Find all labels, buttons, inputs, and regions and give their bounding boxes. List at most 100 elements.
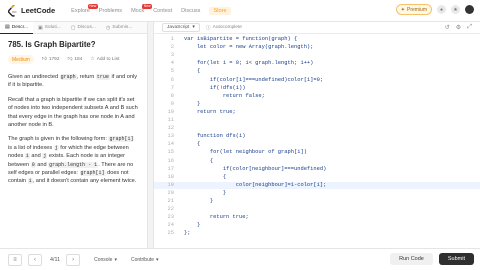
next-button[interactable]: › [66, 253, 81, 266]
line-number: 24 [167, 222, 174, 229]
code-line[interactable]: 14 { [154, 141, 480, 149]
chevron-right-icon: › [72, 256, 75, 263]
nav-problems[interactable]: Problems [99, 8, 122, 14]
line-number: 10 [167, 108, 174, 115]
list-icon: ≡ [13, 256, 17, 263]
code-line[interactable]: 1 var isBipartite = function(graph) { [154, 36, 480, 44]
code-text: { [184, 173, 227, 180]
dislike-button[interactable]: 👎︎ 184 [67, 57, 82, 62]
code-text: } [184, 189, 227, 196]
nav-store[interactable]: Store [209, 6, 231, 15]
code-line[interactable]: 12 [154, 125, 480, 133]
code-line[interactable]: 25}; [154, 230, 480, 238]
code-text: for(let neighbour of graph[i]) [184, 149, 307, 156]
code-text: if(color[neighbour]===undefined) [184, 165, 327, 172]
chevron-down-icon: ▾ [114, 256, 117, 263]
prev-button[interactable]: ‹ [28, 253, 42, 266]
tab-discuss[interactable]: ▢ Discus... [66, 22, 101, 34]
code-line[interactable]: 3 [154, 52, 480, 60]
nav-explore[interactable]: Explore New [71, 3, 98, 14]
code-line[interactable]: 13 function dfs(i) [154, 133, 480, 141]
tab-description[interactable]: ▤ Descr... [0, 21, 33, 34]
autocomplete-toggle[interactable]: ⓘ Autocomplete [206, 24, 242, 31]
fullscreen-icon[interactable]: ⤢ [467, 24, 472, 31]
line-number: 9 [170, 100, 174, 107]
nav-contest[interactable]: Contest [153, 8, 172, 14]
logo[interactable]: LeetCode [8, 4, 56, 17]
code-line[interactable]: 19 color[neighbour]=1-color[i]; [154, 181, 480, 190]
contribute-button[interactable]: Contribute ▾ [131, 257, 159, 263]
problem-list-button[interactable]: ≡ [8, 253, 22, 266]
code-line[interactable]: 2 let color = new Array(graph.length); [154, 44, 480, 52]
avatar[interactable] [465, 5, 474, 14]
code-line[interactable]: 15 for(let neighbour of graph[i]) [154, 149, 480, 157]
console-button[interactable]: Console ▾ [94, 257, 117, 263]
problem-tabs: ▤ Descr... ▣ Soluti... ▢ Discus... ◷ Submis.… [0, 21, 147, 34]
code-line[interactable]: 20 } [154, 190, 480, 198]
tab-solution[interactable]: ▣ Soluti... [33, 22, 66, 34]
code-line[interactable]: 16 { [154, 158, 480, 166]
nav-mock[interactable]: Mock New [131, 3, 153, 14]
code-line[interactable]: 22 [154, 206, 480, 214]
add-to-list-button[interactable]: ☆ Add to List [90, 57, 119, 62]
solution-icon: ▣ [38, 24, 43, 31]
line-number: 23 [167, 214, 174, 221]
premium-button[interactable]: ✦ Premium [395, 4, 432, 15]
code-line[interactable]: 9 } [154, 101, 480, 109]
bell-icon[interactable]: ● [437, 5, 446, 14]
logo-text: LeetCode [21, 6, 56, 15]
code-text: if(color[i]===undefined)color[i]=0; [184, 76, 324, 83]
line-number: 8 [170, 92, 174, 99]
code-text: { [184, 68, 201, 75]
desc-paragraph: Given an undirected graph, return true i… [8, 74, 137, 89]
line-number: 19 [167, 181, 174, 188]
chevron-down-icon: ▾ [156, 256, 159, 263]
line-number: 14 [167, 141, 174, 148]
code-line[interactable]: 17 if(color[neighbour]===undefined) [154, 166, 480, 174]
line-number: 1 [170, 36, 174, 42]
chevron-down-icon: ▾ [192, 25, 195, 30]
thumbs-down-icon: 👎︎ [67, 57, 73, 62]
code-line[interactable]: 6 if(color[i]===undefined)color[i]=0; [154, 77, 480, 85]
code-text: var isBipartite = function(graph) { [184, 36, 298, 42]
code-line[interactable]: 7 if(!dfs(i)) [154, 85, 480, 93]
premium-icon: ✦ [400, 6, 405, 13]
line-number: 3 [170, 52, 174, 59]
problem-panel: ▤ Descr... ▣ Soluti... ▢ Discus... ◷ Submis.… [0, 21, 148, 248]
line-number: 25 [167, 230, 174, 237]
code-line[interactable]: 24 } [154, 222, 480, 230]
leetcode-logo-icon [8, 4, 18, 17]
line-number: 21 [167, 198, 174, 204]
language-select[interactable]: JavaScript ▾ [162, 23, 200, 32]
code-line[interactable]: 18 { [154, 174, 480, 182]
line-number: 16 [167, 157, 174, 164]
problem-title: 785. Is Graph Bipartite? [8, 40, 96, 49]
line-number: 12 [167, 125, 174, 132]
code-line[interactable]: 8 return false; [154, 93, 480, 101]
code-line[interactable]: 23 return true; [154, 214, 480, 222]
line-number: 15 [167, 149, 174, 156]
info-icon: ⓘ [205, 26, 211, 31]
star-icon[interactable]: ★ [451, 5, 460, 14]
reset-icon[interactable]: ↺ [445, 24, 450, 31]
page-indicator: 4/11 [50, 256, 61, 263]
tab-submissions[interactable]: ◷ Submis... [101, 22, 137, 34]
settings-icon[interactable]: ⚙ [456, 24, 461, 31]
code-line[interactable]: 10 return true; [154, 109, 480, 117]
line-number: 22 [167, 206, 174, 213]
code-text: for(let i = 0; i< graph.length; i++) [184, 60, 314, 67]
like-button[interactable]: 👍︎ 1792 [42, 57, 60, 62]
run-code-button[interactable]: Run Code [390, 253, 433, 265]
code-line[interactable]: 11 [154, 117, 480, 125]
code-line[interactable]: 21 } [154, 198, 480, 206]
line-number: 11 [167, 117, 174, 123]
code-text: color[neighbour]=1-color[i]; [184, 181, 327, 188]
code-line[interactable]: 5 { [154, 68, 480, 76]
line-number: 2 [170, 44, 174, 51]
code-line[interactable]: 4 for(let i = 0; i< graph.length; i++) [154, 60, 480, 68]
submit-button[interactable]: Submit [438, 253, 474, 265]
description-icon: ▤ [5, 24, 10, 30]
code-area[interactable]: 1 var isBipartite = function(graph) { 2 le… [154, 36, 480, 248]
star-outline-icon: ☆ [90, 57, 95, 62]
nav-discuss[interactable]: Discuss [181, 8, 200, 14]
